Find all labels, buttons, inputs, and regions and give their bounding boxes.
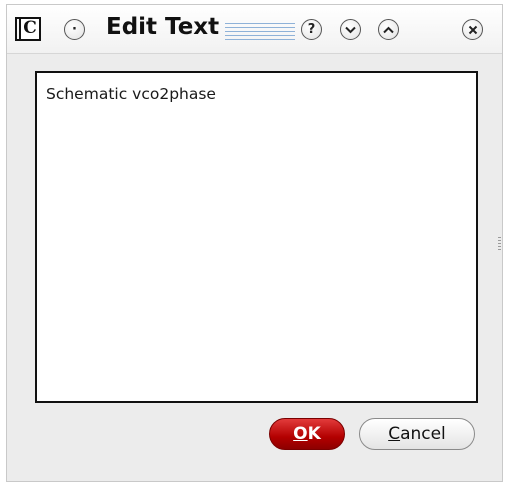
minimize-button[interactable] bbox=[340, 19, 361, 40]
ok-button[interactable]: OK bbox=[269, 418, 345, 450]
window-menu-button[interactable]: · bbox=[64, 19, 85, 40]
cancel-button[interactable]: Cancel bbox=[359, 418, 475, 450]
resize-grip[interactable] bbox=[498, 237, 501, 251]
title-drag-lines bbox=[225, 23, 295, 41]
text-editor[interactable]: Schematic vco2phase bbox=[37, 73, 476, 401]
help-button[interactable]: ? bbox=[301, 19, 322, 40]
chevron-down-icon bbox=[345, 26, 356, 33]
edit-text-dialog: C · Edit Text ? Schematic vco2phase OK C… bbox=[6, 4, 503, 482]
window-title: Edit Text bbox=[106, 14, 220, 40]
app-icon[interactable]: C bbox=[15, 17, 41, 41]
cancel-button-label: Cancel bbox=[388, 424, 446, 444]
close-button[interactable] bbox=[462, 19, 483, 40]
title-bar[interactable]: C · Edit Text ? bbox=[7, 5, 502, 54]
close-icon bbox=[468, 25, 477, 34]
text-editor-frame: Schematic vco2phase bbox=[35, 71, 478, 403]
chevron-up-icon bbox=[383, 26, 394, 33]
maximize-button[interactable] bbox=[378, 19, 399, 40]
ok-button-label: OK bbox=[293, 424, 321, 444]
